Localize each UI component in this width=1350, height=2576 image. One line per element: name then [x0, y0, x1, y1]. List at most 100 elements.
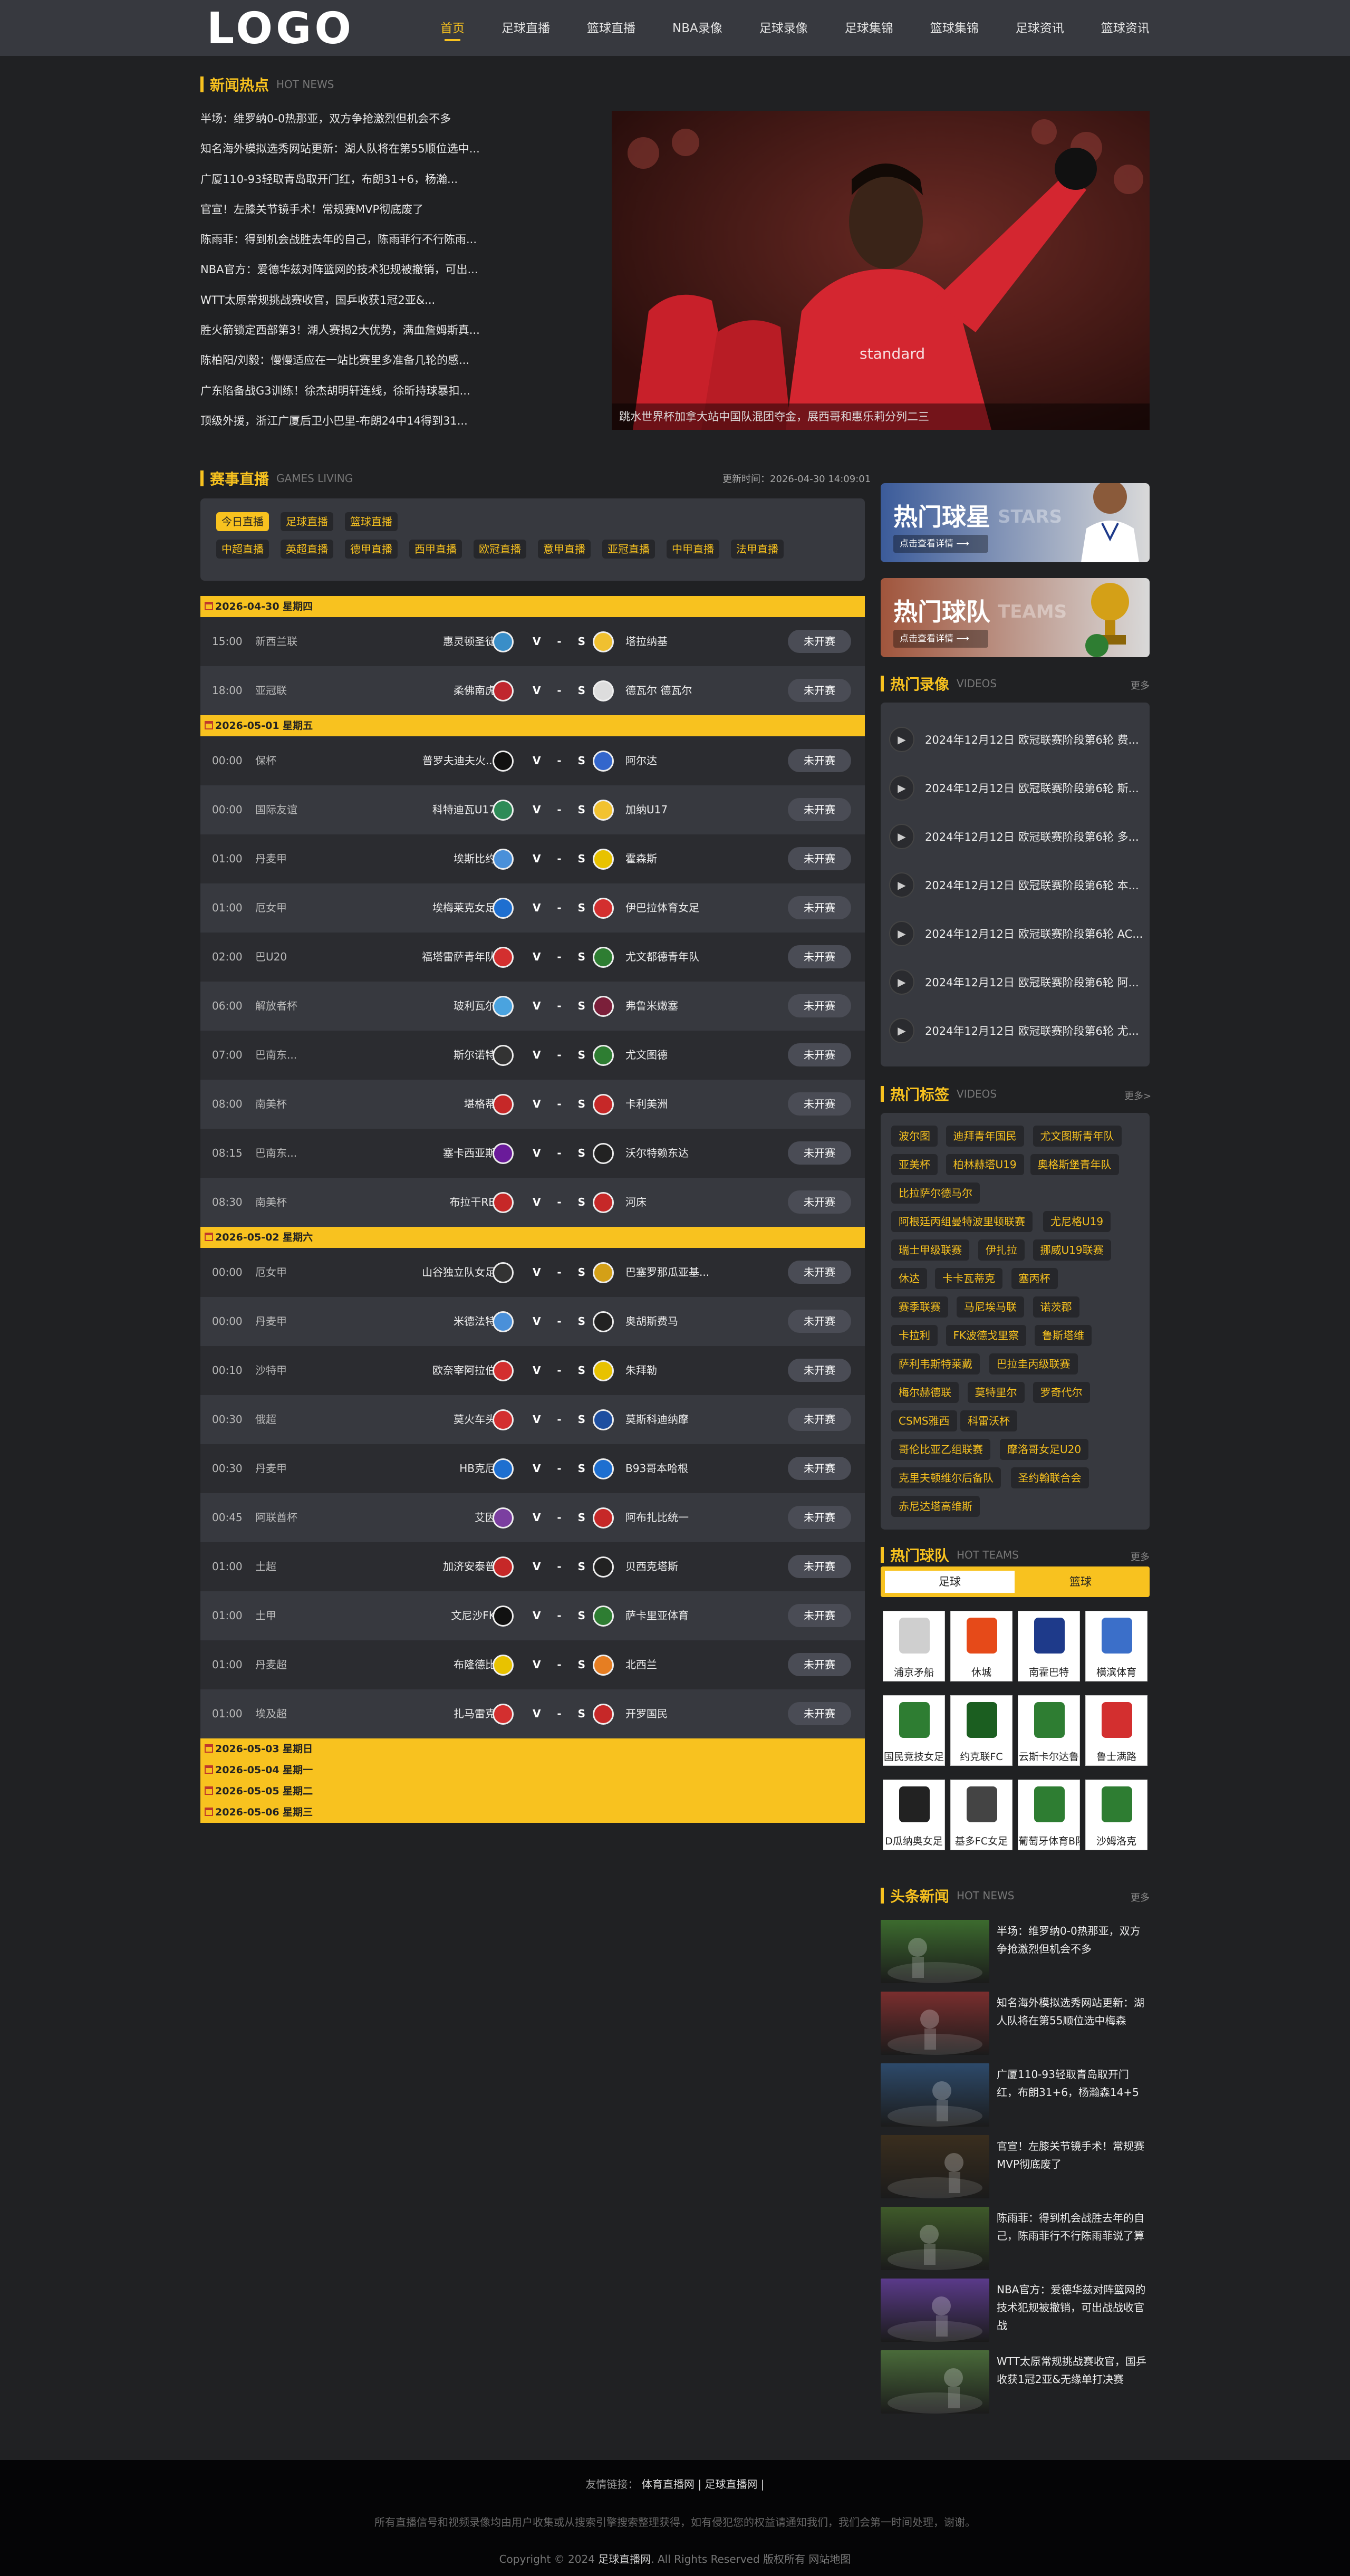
tag-item[interactable]: 挪威U19联赛	[1033, 1239, 1111, 1261]
match-row[interactable]: 01:00 土甲 文尼沙FK V - S 萨卡里亚体育 未开赛	[200, 1591, 865, 1640]
headline-item[interactable]: 广厦110-93轻取青岛取开门红，布朗31+6，杨瀚森14+5	[881, 2063, 1150, 2127]
video-title[interactable]: 2024年12月12日 欧冠联赛阶段第6轮 斯...	[925, 780, 1139, 796]
tag-item[interactable]: 波尔图	[891, 1126, 938, 1147]
tag-item[interactable]: 尤文图斯青年队	[1033, 1126, 1122, 1147]
away-team[interactable]: 河床	[625, 1178, 731, 1227]
tag-item[interactable]: 克里夫顿维尔后备队	[891, 1467, 1001, 1488]
tag-item[interactable]: 鲁斯塔维	[1035, 1325, 1092, 1346]
headline-item[interactable]: NBA官方：爱德华兹对阵篮网的技术犯规被撤销，可出战战收官战	[881, 2279, 1150, 2342]
match-row[interactable]: 01:00 丹麦超 布隆德比 V - S 北西兰 未开赛	[200, 1640, 865, 1689]
filter-button[interactable]: 中超直播	[216, 540, 269, 559]
tag-item[interactable]: 诺茨郡	[1033, 1296, 1079, 1318]
headline-thumbnail[interactable]	[881, 2207, 989, 2270]
match-status-button[interactable]: 未开赛	[788, 1043, 851, 1066]
video-item[interactable]: ▶ 2024年12月12日 欧冠联赛阶段第6轮 阿...	[889, 966, 1142, 998]
nav-item[interactable]: 足球集锦	[845, 0, 893, 56]
tag-item[interactable]: 巴拉圭丙级联赛	[989, 1353, 1078, 1374]
tag-item[interactable]: 卡拉利	[891, 1325, 938, 1346]
match-status-button[interactable]: 未开赛	[788, 1506, 851, 1529]
league-name[interactable]: 巴U20	[255, 933, 329, 982]
league-name[interactable]: 新西兰联	[255, 617, 329, 666]
team-card[interactable]: 葡萄牙体育B队	[1018, 1780, 1080, 1850]
league-name[interactable]: 厄女甲	[255, 1248, 329, 1297]
match-status-button[interactable]: 未开赛	[788, 749, 851, 772]
match-status-button[interactable]: 未开赛	[788, 994, 851, 1017]
headline-title[interactable]: WTT太原常规挑战赛收官，国乒收获1冠2亚&无缘单打决赛	[997, 2352, 1150, 2388]
nav-item[interactable]: 足球录像	[759, 0, 808, 56]
match-row[interactable]: 00:45 阿联酋杯 艾因 V - S 阿布扎比统一 未开赛	[200, 1493, 865, 1542]
match-row[interactable]: 01:00 丹麦甲 埃斯比约 V - S 霍森斯 未开赛	[200, 834, 865, 883]
tag-item[interactable]: 瑞士甲级联赛	[891, 1239, 969, 1261]
match-status-button[interactable]: 未开赛	[788, 1604, 851, 1627]
league-name[interactable]: 解放者杯	[255, 982, 329, 1031]
nav-item[interactable]: 篮球资讯	[1101, 0, 1150, 56]
league-name[interactable]: 阿联酋杯	[255, 1493, 329, 1542]
away-team[interactable]: 阿布扎比统一	[625, 1493, 731, 1542]
tag-item[interactable]: 萨利韦斯特莱戴	[891, 1353, 980, 1374]
news-link[interactable]: NBA官方：爱德华兹对阵篮网的技术犯规被撤销，可出...	[200, 259, 485, 289]
nav-item[interactable]: 足球资讯	[1016, 0, 1064, 56]
match-status-button[interactable]: 未开赛	[788, 1141, 851, 1165]
match-row[interactable]: 01:00 埃及超 扎马雷克 V - S 开罗国民 未开赛	[200, 1689, 865, 1738]
match-row[interactable]: 08:00 南美杯 堪格蒂 V - S 卡利美洲 未开赛	[200, 1080, 865, 1129]
away-team[interactable]: 巴塞罗那瓜亚基...	[625, 1248, 731, 1297]
headline-item[interactable]: 官宣！左膝关节镜手术！常规赛MVP彻底废了	[881, 2135, 1150, 2198]
league-name[interactable]: 沙特甲	[255, 1346, 329, 1395]
tag-item[interactable]: 伊扎拉	[978, 1239, 1025, 1261]
nav-item[interactable]: NBA录像	[672, 0, 722, 56]
filter-button[interactable]: 亚冠直播	[602, 540, 655, 559]
away-team[interactable]: 尤文都德青年队	[625, 933, 731, 982]
nav-item[interactable]: 首页	[440, 0, 465, 56]
home-team[interactable]: 加济安泰普	[390, 1542, 496, 1591]
match-status-button[interactable]: 未开赛	[788, 896, 851, 919]
team-card[interactable]: 约克联FC	[950, 1695, 1012, 1766]
headline-thumbnail[interactable]	[881, 2350, 989, 2414]
headline-title[interactable]: 半场：维罗纳0-0热那亚，双方争抢激烈但机会不多	[997, 1922, 1150, 1958]
tag-item[interactable]: 赤尼达塔高维斯	[891, 1496, 980, 1517]
video-item[interactable]: ▶ 2024年12月12日 欧冠联赛阶段第6轮 AC...	[889, 918, 1142, 949]
tag-item[interactable]: 科雷沃杯	[960, 1410, 1017, 1431]
headline-thumbnail[interactable]	[881, 1992, 989, 2055]
home-team[interactable]: 福塔雷萨青年队	[390, 933, 496, 982]
banner-detail-button[interactable]: 点击查看详情 ⟶	[893, 535, 988, 553]
team-card[interactable]: 基多FC女足	[950, 1780, 1012, 1850]
home-team[interactable]: 扎马雷克	[390, 1689, 496, 1738]
headline-thumbnail[interactable]	[881, 2063, 989, 2127]
tab-basketball[interactable]: 篮球	[1016, 1571, 1145, 1593]
match-status-button[interactable]: 未开赛	[788, 679, 851, 702]
nav-item[interactable]: 足球直播	[502, 0, 550, 56]
home-team[interactable]: 惠灵顿圣徒	[390, 617, 496, 666]
match-status-button[interactable]: 未开赛	[788, 1359, 851, 1382]
video-title[interactable]: 2024年12月12日 欧冠联赛阶段第6轮 多...	[925, 829, 1139, 844]
team-card[interactable]: 南霍巴特	[1018, 1611, 1080, 1681]
away-team[interactable]: 加纳U17	[625, 785, 731, 834]
away-team[interactable]: 贝西克塔斯	[625, 1542, 731, 1591]
tag-item[interactable]: 阿根廷丙组曼特波里顿联赛	[891, 1211, 1033, 1232]
league-name[interactable]: 土超	[255, 1542, 329, 1591]
news-link[interactable]: 广厦110-93轻取青岛取开门红，布朗31+6，杨瀚...	[200, 169, 485, 199]
filter-button[interactable]: 意甲直播	[538, 540, 591, 559]
tab-football[interactable]: 足球	[885, 1571, 1015, 1593]
headlines-more-link[interactable]: 更多	[1131, 1890, 1150, 1904]
match-status-button[interactable]: 未开赛	[788, 1702, 851, 1725]
home-team[interactable]: HB克厄	[390, 1444, 496, 1493]
league-name[interactable]: 丹麦超	[255, 1640, 329, 1689]
match-row[interactable]: 00:00 保杯 普罗夫迪夫火... V - S 阿尔达 未开赛	[200, 736, 865, 785]
away-team[interactable]: 阿尔达	[625, 736, 731, 785]
league-name[interactable]: 保杯	[255, 736, 329, 785]
match-row[interactable]: 07:00 巴南东... 斯尔诺特 V - S 尤文图德 未开赛	[200, 1031, 865, 1080]
home-team[interactable]: 布拉干RB	[390, 1178, 496, 1227]
match-status-button[interactable]: 未开赛	[788, 847, 851, 870]
match-row[interactable]: 00:00 国际友谊 科特迪瓦U17 V - S 加纳U17 未开赛	[200, 785, 865, 834]
friend-link[interactable]: 体育直播网 |	[642, 2478, 701, 2491]
team-card[interactable]: D瓜纳奥女足	[883, 1780, 945, 1850]
hot-stars-banner[interactable]: 热门球星 STARS 点击查看详情 ⟶	[881, 483, 1150, 562]
video-title[interactable]: 2024年12月12日 欧冠联赛阶段第6轮 费...	[925, 732, 1139, 747]
filter-button[interactable]: 法甲直播	[731, 540, 784, 559]
tag-item[interactable]: 迪拜青年国民	[946, 1126, 1024, 1147]
match-row[interactable]: 02:00 巴U20 福塔雷萨青年队 V - S 尤文都德青年队 未开赛	[200, 933, 865, 982]
team-card[interactable]: 浦京矛船	[883, 1611, 945, 1681]
match-row[interactable]: 00:00 厄女甲 山谷独立队女足 V - S 巴塞罗那瓜亚基... 未开赛	[200, 1248, 865, 1297]
league-name[interactable]: 厄女甲	[255, 883, 329, 933]
headline-item[interactable]: WTT太原常规挑战赛收官，国乒收获1冠2亚&无缘单打决赛	[881, 2350, 1150, 2414]
